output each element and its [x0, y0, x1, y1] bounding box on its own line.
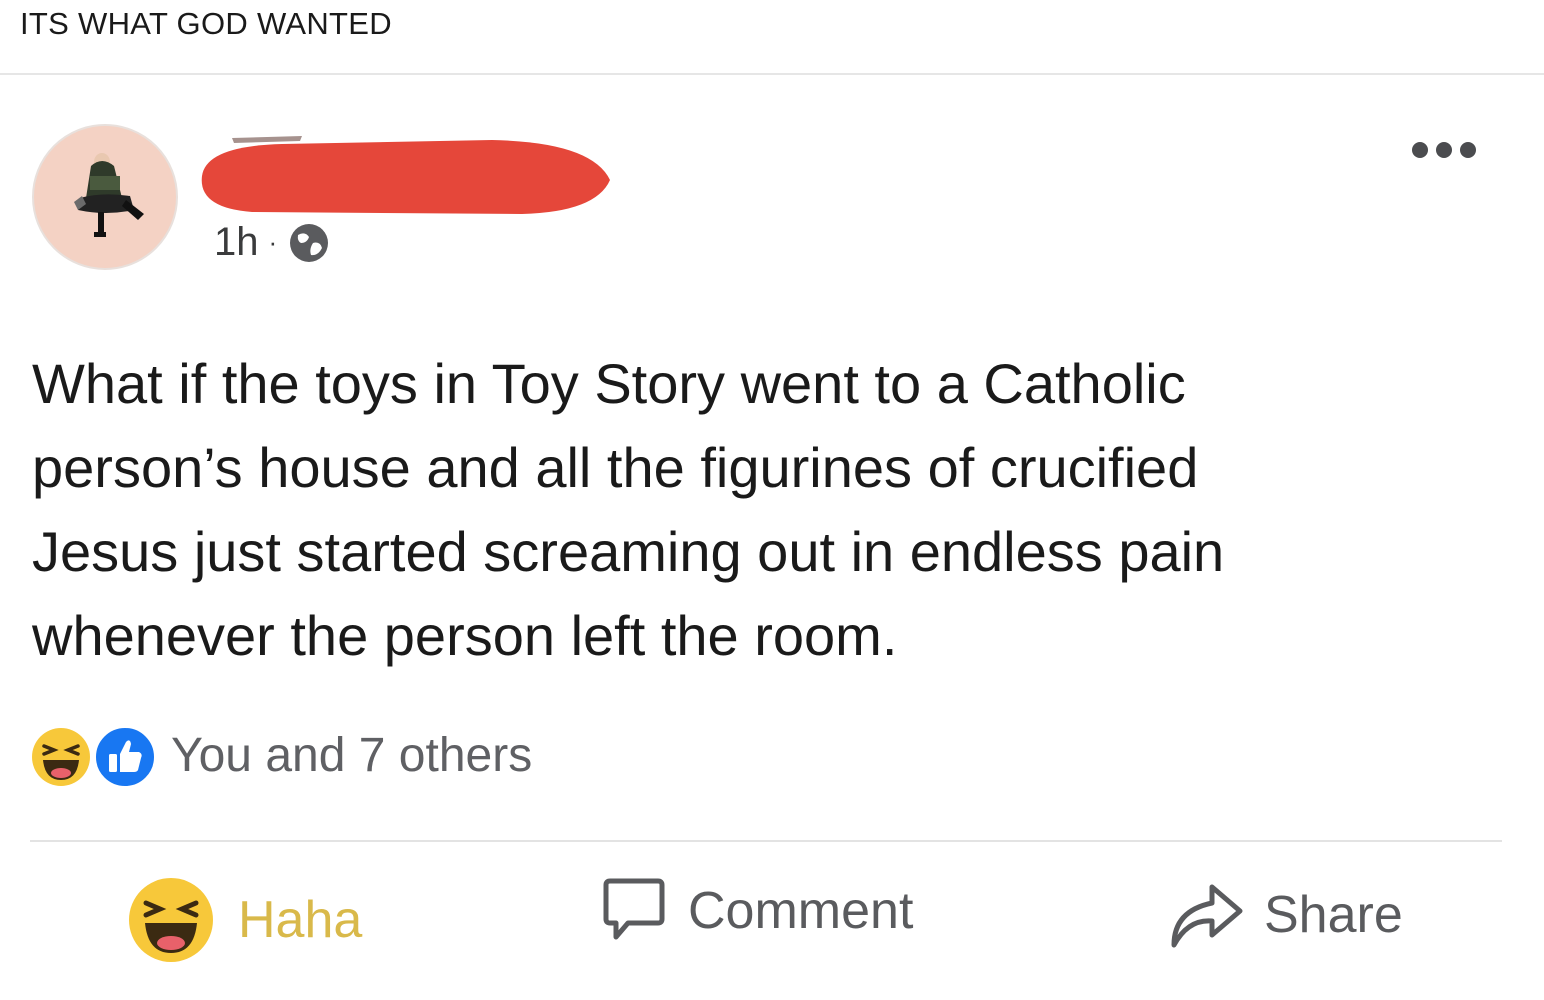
- reactions-count-text[interactable]: You and 7 others: [171, 728, 532, 783]
- meme-caption: ITS WHAT GOD WANTED: [20, 6, 392, 41]
- name-redaction: [201, 136, 611, 214]
- action-divider: [30, 840, 1502, 842]
- post-meta: 1h ·: [214, 220, 331, 265]
- share-icon: [1171, 884, 1243, 948]
- comment-button[interactable]: Comment: [598, 875, 913, 947]
- avatar-bernie-icon: [74, 153, 144, 237]
- post-timestamp[interactable]: 1h: [214, 220, 259, 265]
- post-text-line: What if the toys in Toy Story went to a …: [32, 352, 1186, 415]
- reactions-summary[interactable]: You and 7 others: [30, 720, 532, 790]
- caption-divider: [0, 73, 1544, 75]
- post-text-line: Jesus just started screaming out in endl…: [32, 520, 1225, 583]
- post-body: What if the toys in Toy Story went to a …: [32, 342, 1512, 678]
- profile-avatar[interactable]: [32, 124, 178, 270]
- like-icon: [92, 724, 158, 790]
- share-button[interactable]: Share: [1166, 875, 1403, 955]
- haha-label: Haha: [238, 891, 363, 949]
- post-text-line: person’s house and all the figurines of …: [32, 436, 1199, 499]
- haha-button[interactable]: Haha: [126, 875, 362, 965]
- meta-separator: ·: [268, 227, 278, 257]
- comment-label: Comment: [688, 882, 914, 940]
- haha-icon: [129, 878, 213, 962]
- globe-icon[interactable]: [287, 221, 331, 265]
- haha-icon: [32, 728, 90, 786]
- reaction-icons: [30, 720, 165, 790]
- comment-icon: [603, 878, 665, 940]
- share-label: Share: [1264, 886, 1403, 944]
- post-text-line: whenever the person left the room.: [32, 604, 898, 667]
- more-dots-icon[interactable]: [1406, 130, 1482, 170]
